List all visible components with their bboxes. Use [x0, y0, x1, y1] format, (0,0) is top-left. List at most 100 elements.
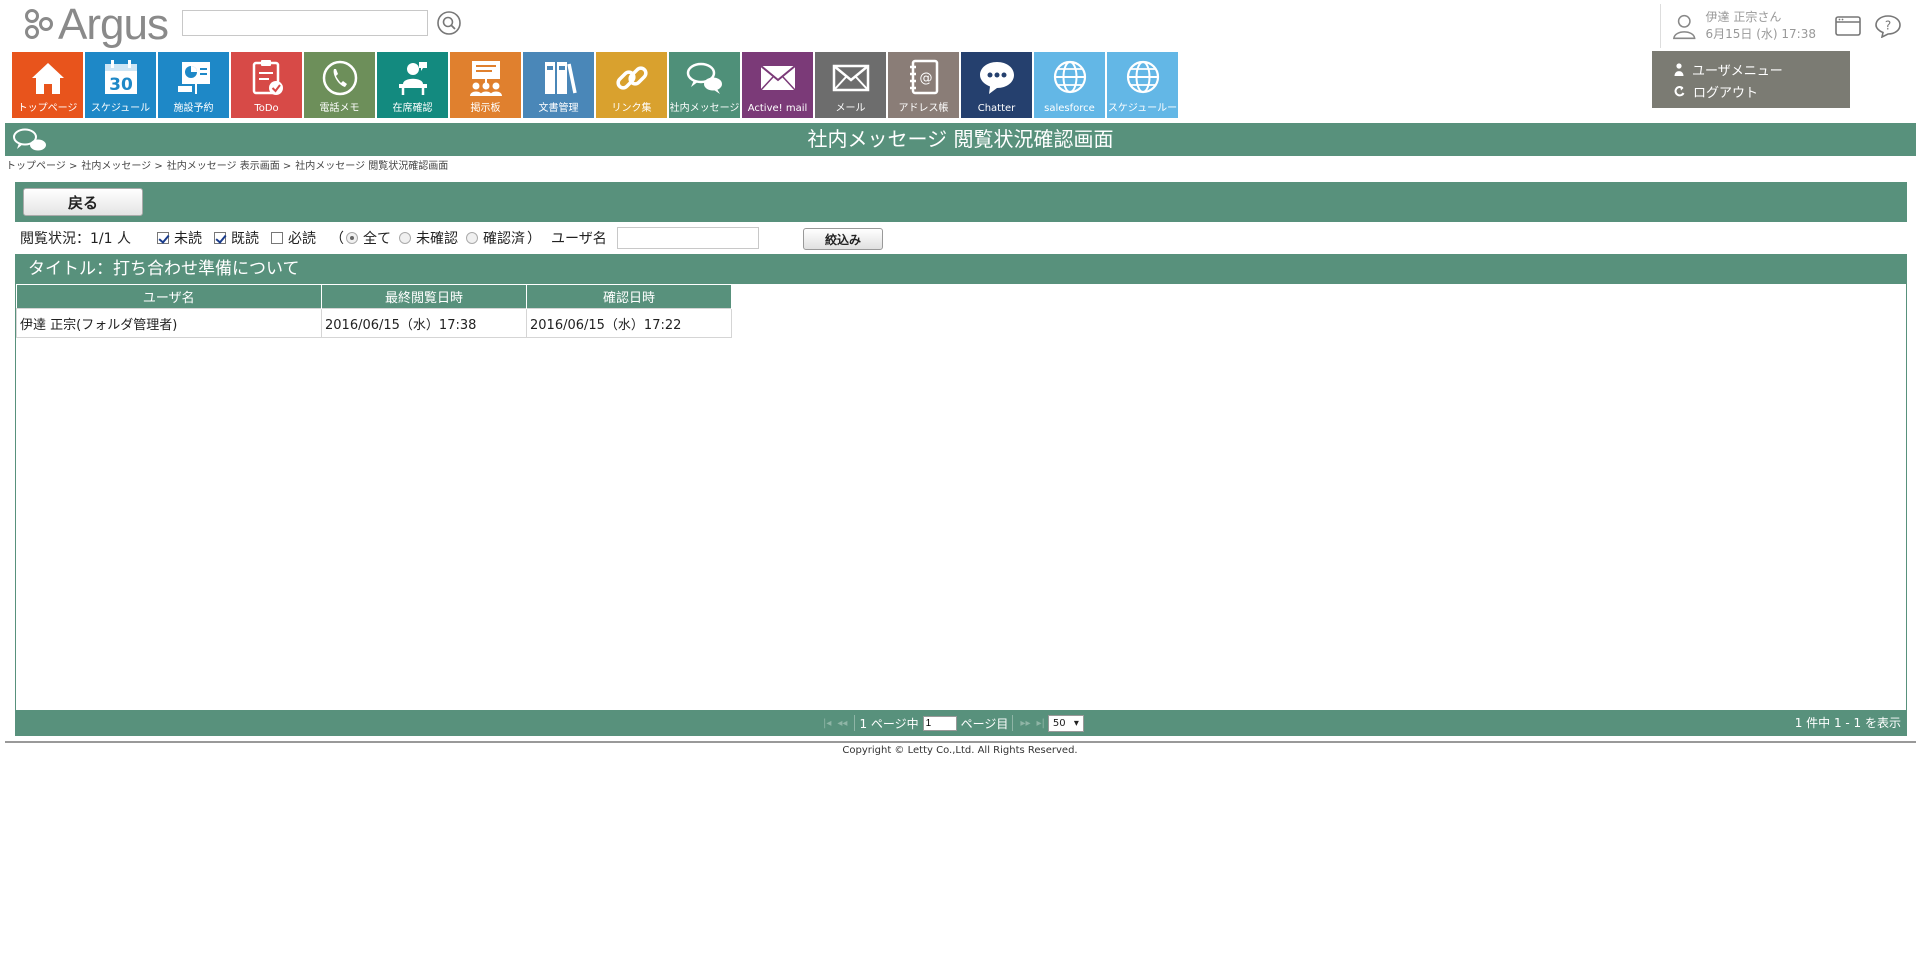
- column-header-last-viewed: 最終閲覧日時: [321, 284, 527, 309]
- unconfirmed-radio[interactable]: [398, 232, 411, 244]
- user-icon: [1672, 14, 1696, 40]
- unread-label: 未読: [173, 231, 202, 247]
- read-label: 既読: [230, 231, 259, 247]
- read-checkbox[interactable]: [213, 232, 226, 244]
- menu-label: ToDo: [254, 103, 279, 114]
- menu-label: 電話メモ: [319, 103, 360, 114]
- menu-label: 施設予約: [173, 103, 214, 114]
- chatter-icon: [979, 62, 1014, 94]
- menu-tile-internal-message[interactable]: 社内メッセージ: [669, 52, 740, 118]
- menu-tile-todo[interactable]: ToDo: [231, 52, 302, 118]
- user-menu-panel: ユーザメニュー ログアウト: [1652, 51, 1850, 108]
- pager-divider: [1012, 715, 1014, 731]
- address-book-icon: @: [909, 59, 938, 95]
- mail-icon: [832, 64, 869, 92]
- per-page-value: 50: [1052, 717, 1066, 729]
- menu-tile-documents[interactable]: 文書管理: [523, 52, 594, 118]
- column-header-confirmed: 確認日時: [526, 284, 732, 309]
- search-input[interactable]: [182, 10, 428, 36]
- todo-icon: [252, 60, 283, 95]
- menu-tile-address-book[interactable]: @ アドレス帳: [888, 52, 959, 118]
- pagination-controls: |◂ ◂◂ 1 ページ中 ページ目 ▸▸ ▸| 50 ▾: [820, 710, 1084, 736]
- prev-page-icon[interactable]: ◂◂: [837, 718, 847, 729]
- user-name: 伊達 正宗さん: [1705, 10, 1782, 24]
- cell-last-viewed: 2016/06/15（水）17:38: [321, 308, 527, 338]
- next-page-icon[interactable]: ▸▸: [1020, 718, 1030, 729]
- globe-icon: [1053, 60, 1086, 94]
- menu-tile-chatter[interactable]: Chatter: [961, 52, 1032, 118]
- required-label: 必読: [287, 231, 316, 247]
- page-suffix-label: ページ目: [960, 716, 1009, 731]
- phone-icon: [322, 60, 357, 96]
- all-label: 全て: [362, 231, 391, 247]
- board-icon: [469, 61, 502, 96]
- menu-label: Active! mail: [747, 103, 808, 114]
- menu-label: 掲示板: [470, 103, 501, 114]
- breadcrumb-message-view[interactable]: 社内メッセージ 表示画面 >: [167, 157, 292, 172]
- filter-button[interactable]: 絞込み: [803, 228, 883, 250]
- required-checkbox[interactable]: [270, 232, 283, 244]
- menu-tile-mail[interactable]: メール: [815, 52, 886, 118]
- read-status-table: ユーザ名 最終閲覧日時 確認日時 伊達 正宗(フォルダ管理者) 2016/06/…: [16, 284, 732, 338]
- menu-tile-active-mail[interactable]: Active! mail: [742, 52, 813, 118]
- last-page-icon[interactable]: ▸|: [1036, 718, 1044, 729]
- user-menu-link[interactable]: ユーザメニュー: [1652, 58, 1850, 80]
- confirmed-label: 確認済: [482, 231, 525, 247]
- calendar-icon: 30: [104, 60, 137, 95]
- calendar-day: 30: [109, 75, 133, 95]
- back-button[interactable]: 戻る: [23, 188, 143, 216]
- menu-tile-board[interactable]: 掲示板: [450, 52, 521, 118]
- active-mail-icon: [759, 65, 796, 91]
- message-title: タイトル：打ち合わせ準備について: [16, 255, 1906, 284]
- menu-tile-facility[interactable]: 施設予約: [158, 52, 229, 118]
- menu-label: スケジュール: [90, 103, 151, 114]
- menu-tile-salesforce[interactable]: salesforce: [1034, 52, 1105, 118]
- pager-divider: [854, 715, 856, 731]
- search-button[interactable]: [436, 10, 462, 36]
- breadcrumb-current: 社内メッセージ 閲覧状況確認画面: [295, 161, 449, 172]
- help-icon[interactable]: ?: [1874, 14, 1902, 38]
- breadcrumb-internal-message[interactable]: 社内メッセージ >: [81, 157, 162, 172]
- username-filter-label: ユーザ名: [550, 231, 607, 247]
- action-bar: 戻る: [15, 182, 1907, 222]
- page-number-input[interactable]: [922, 715, 957, 731]
- pagination-bar: |◂ ◂◂ 1 ページ中 ページ目 ▸▸ ▸| 50 ▾ 1 件中 1 - 1 …: [15, 710, 1907, 736]
- argus-logo[interactable]: Argus: [24, 2, 169, 48]
- menu-tile-presence[interactable]: 在席確認: [377, 52, 448, 118]
- presence-icon: [398, 62, 427, 95]
- user-menu-label: ユーザメニュー: [1692, 63, 1783, 79]
- menu-tile-links[interactable]: リンク集: [596, 52, 667, 118]
- argus-logo-icon: [25, 9, 53, 39]
- message-icon: [686, 62, 722, 94]
- breadcrumb: トップページ > 社内メッセージ > 社内メッセージ 表示画面 > 社内メッセー…: [6, 157, 452, 172]
- all-radio[interactable]: [345, 232, 358, 244]
- logout-icon: [1674, 85, 1685, 97]
- globe-icon: [1126, 60, 1159, 94]
- menu-label: メール: [835, 103, 866, 114]
- home-icon: [31, 63, 64, 94]
- menu-tile-schedule[interactable]: 30 スケジュール: [85, 52, 156, 118]
- unconfirmed-label: 未確認: [415, 231, 458, 247]
- per-page-select[interactable]: 50 ▾: [1047, 714, 1084, 732]
- link-icon: [615, 66, 648, 90]
- unread-checkbox[interactable]: [156, 232, 169, 244]
- page-title-bar: 社内メッセージ 閲覧状況確認画面: [5, 123, 1916, 156]
- window-icon[interactable]: [1834, 14, 1862, 38]
- person-icon: [1674, 62, 1684, 76]
- menu-label: salesforce: [1044, 103, 1095, 114]
- table-row: 伊達 正宗(フォルダ管理者) 2016/06/15（水）17:38 2016/0…: [16, 308, 732, 338]
- copyright: Copyright © Letty Co.,Ltd. All Rights Re…: [842, 745, 1078, 756]
- logout-link[interactable]: ログアウト: [1652, 80, 1850, 102]
- menu-tile-schedule-external[interactable]: スケジュールー: [1107, 52, 1178, 118]
- menu-tile-top[interactable]: トップページ: [12, 52, 83, 118]
- menu-tile-phone-memo[interactable]: 電話メモ: [304, 52, 375, 118]
- confirmed-radio[interactable]: [465, 232, 478, 244]
- breadcrumb-top[interactable]: トップページ >: [6, 157, 77, 172]
- menu-label: 在席確認: [392, 103, 433, 114]
- chevron-down-icon: ▾: [1073, 717, 1079, 729]
- menu-label: 社内メッセージ: [669, 103, 740, 114]
- username-filter-input[interactable]: [616, 227, 759, 249]
- first-page-icon[interactable]: |◂: [823, 718, 831, 729]
- menu-label: アドレス帳: [898, 103, 949, 114]
- menu-label: 文書管理: [538, 103, 579, 114]
